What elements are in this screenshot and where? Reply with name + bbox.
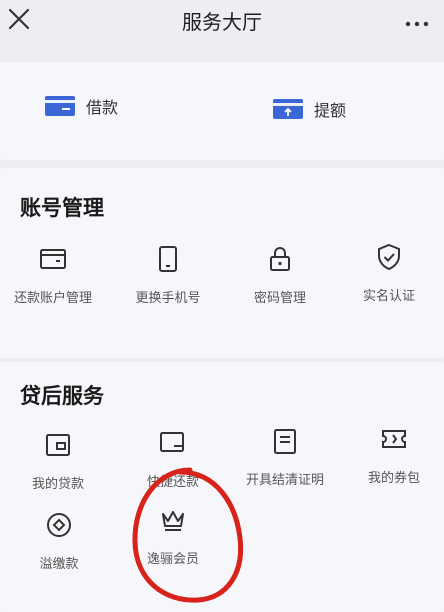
- settlement-proof-item[interactable]: 开具结清证明: [230, 426, 340, 488]
- real-name-item[interactable]: 实名认证: [334, 242, 444, 304]
- change-phone-label: 更换手机号: [135, 291, 201, 306]
- wallet-icon: [40, 249, 66, 269]
- phone-icon: [159, 246, 177, 272]
- password-item[interactable]: 密码管理: [225, 244, 335, 306]
- membership-item[interactable]: 逸骊会员: [118, 505, 228, 567]
- coupon-label: 我的券包: [367, 471, 420, 486]
- crown-icon: [162, 511, 184, 531]
- shield-check-icon: [378, 243, 400, 271]
- real-name-label: 实名认证: [362, 289, 415, 304]
- lock-icon: [270, 247, 290, 271]
- my-loan-item[interactable]: 我的贷款: [3, 430, 113, 492]
- settlement-proof-label: 开具结清证明: [245, 473, 324, 488]
- borrow-label: 借款: [86, 98, 119, 117]
- account-section-title: 账号管理: [20, 196, 104, 220]
- more-icon[interactable]: [404, 12, 430, 30]
- coupon-item[interactable]: 我的券包: [339, 424, 444, 486]
- raise-limit-button[interactable]: 提额: [272, 97, 346, 121]
- document-icon: [274, 429, 296, 454]
- wallet-icon: [46, 434, 70, 456]
- top-bar: 服务大厅: [0, 0, 444, 48]
- loan-service-section-title: 贷后服务: [20, 384, 104, 408]
- password-label: 密码管理: [253, 291, 306, 306]
- ticket-icon: [382, 430, 406, 448]
- my-loan-label: 我的贷款: [31, 477, 84, 492]
- raise-limit-label: 提额: [314, 101, 347, 120]
- repay-account-item[interactable]: 还款账户管理: [0, 244, 108, 306]
- overpayment-label: 溢缴款: [39, 557, 79, 572]
- borrow-button[interactable]: 借款: [44, 94, 118, 118]
- card-up-icon: [273, 99, 303, 119]
- card-icon: [160, 432, 184, 452]
- overpayment-item[interactable]: 溢缴款: [4, 510, 114, 572]
- change-phone-item[interactable]: 更换手机号: [113, 244, 223, 306]
- card-icon: [45, 96, 75, 116]
- diamond-coin-icon: [47, 513, 71, 537]
- membership-label: 逸骊会员: [146, 552, 199, 567]
- quick-repay-item[interactable]: 快捷还款: [118, 428, 228, 490]
- quick-repay-label: 快捷还款: [146, 475, 199, 490]
- page-title: 服务大厅: [182, 10, 262, 34]
- repay-account-label: 还款账户管理: [13, 291, 92, 306]
